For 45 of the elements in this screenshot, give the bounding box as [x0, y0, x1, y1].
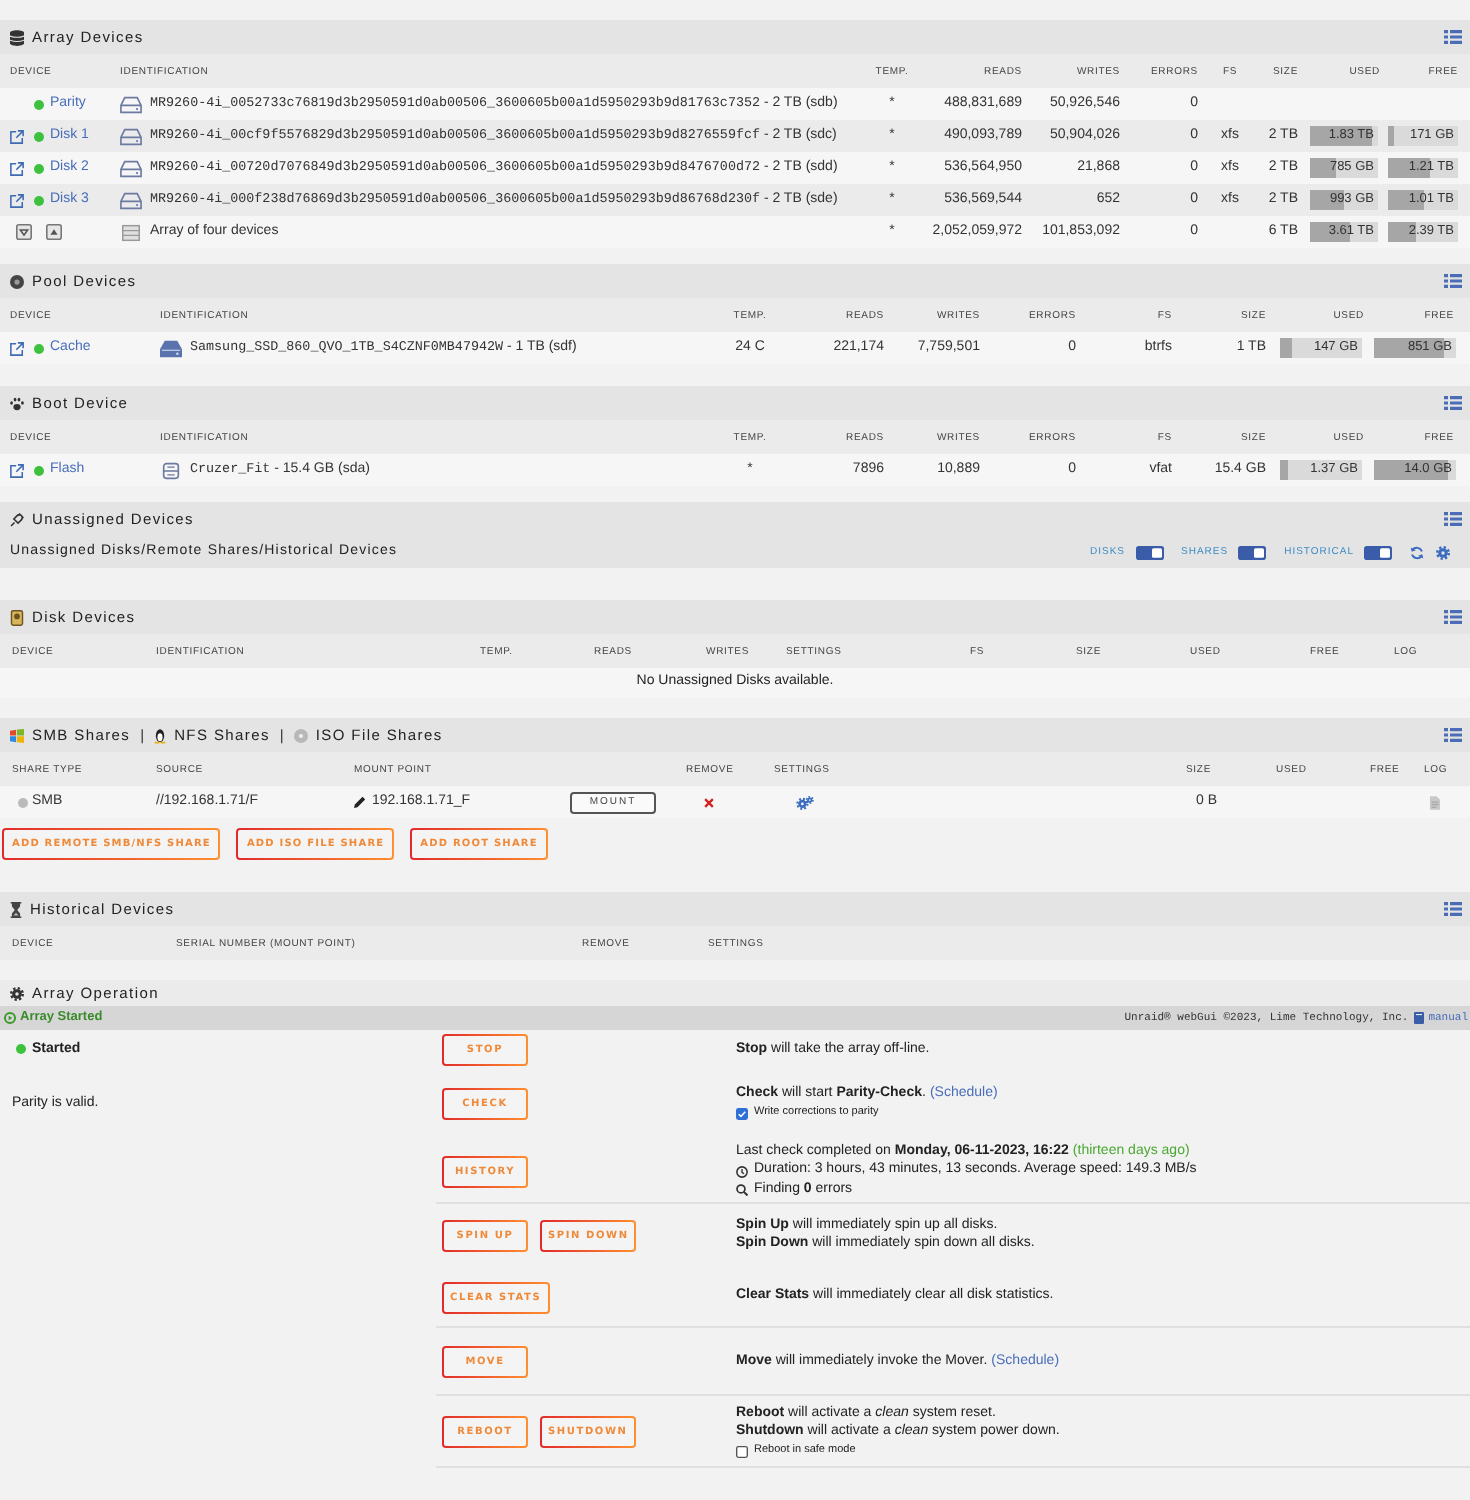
flag-icon [10, 727, 24, 743]
up-triangle-icon[interactable] [46, 224, 62, 240]
table-icon [120, 223, 142, 241]
list-icon[interactable] [1444, 512, 1462, 526]
x-mark-icon[interactable] [704, 797, 714, 807]
book-icon [1414, 1012, 1425, 1024]
settings-icon[interactable] [1436, 545, 1450, 559]
toggle-switch[interactable] [1238, 545, 1267, 559]
external-link-icon[interactable] [10, 463, 24, 477]
gear-icon [10, 985, 24, 1001]
play-circle-icon [4, 1012, 16, 1024]
hard-drive-icon [160, 339, 182, 357]
hard-drive-icon [120, 159, 142, 177]
search-icon [736, 1184, 748, 1196]
hard-drive-icon [120, 95, 142, 113]
external-link-icon[interactable] [10, 129, 24, 143]
gears-icon[interactable] [796, 795, 814, 809]
external-link-icon[interactable] [10, 193, 24, 207]
external-link-icon[interactable] [10, 341, 24, 355]
hard-drive-icon [10, 609, 24, 625]
list-icon[interactable] [1444, 728, 1462, 742]
clock-icon [736, 1165, 748, 1177]
penguin-icon [154, 727, 167, 743]
refresh-icon[interactable] [1410, 545, 1424, 559]
hourglass-icon [10, 901, 22, 917]
flash-drive-icon [160, 461, 182, 479]
toggle-switch[interactable] [1135, 545, 1164, 559]
pencil-icon[interactable] [354, 796, 366, 808]
disc-icon [293, 727, 308, 743]
down-triangle-icon[interactable] [16, 224, 32, 240]
checkbox[interactable] [736, 1445, 748, 1457]
hard-drive-icon [120, 127, 142, 145]
hard-drive-icon [120, 191, 142, 209]
checkbox[interactable] [736, 1107, 748, 1120]
database-icon [10, 29, 24, 45]
external-link-icon[interactable] [10, 161, 24, 175]
toggle-switch[interactable] [1364, 545, 1392, 559]
disc-icon [10, 273, 24, 289]
list-icon[interactable] [1444, 396, 1462, 410]
list-icon[interactable] [1444, 30, 1462, 44]
paw-icon [10, 395, 24, 411]
list-icon[interactable] [1444, 610, 1462, 624]
plug-icon [10, 511, 24, 527]
list-icon[interactable] [1444, 274, 1462, 288]
list-icon[interactable] [1444, 902, 1462, 916]
